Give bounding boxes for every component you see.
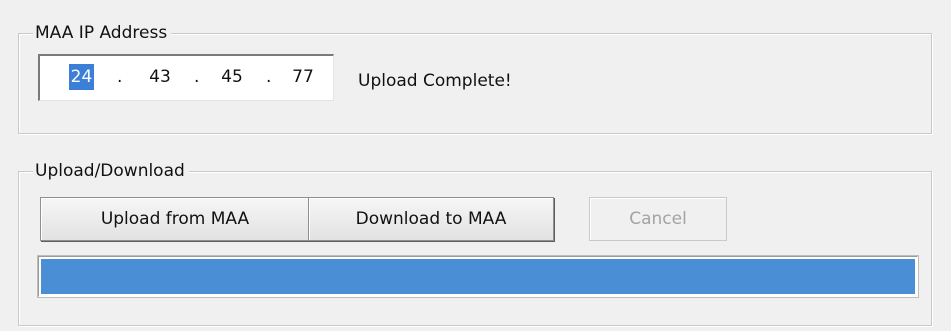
ip-octet-3[interactable]: 45 — [217, 64, 247, 90]
ip-separator-1: . — [117, 67, 123, 87]
upload-download-group: Upload/Download Upload from MAA Download… — [18, 159, 932, 326]
ip-octet-4[interactable]: 77 — [288, 64, 318, 90]
ip-address-field[interactable]: 24 . 43 . 45 . 77 — [38, 54, 334, 101]
ip-octet-1[interactable]: 24 — [69, 64, 94, 90]
upload-status-text: Upload Complete! — [358, 71, 512, 91]
ip-address-group: MAA IP Address 24 . 43 . 45 . 77 Upload … — [18, 21, 932, 134]
upload-download-group-title: Upload/Download — [33, 159, 189, 183]
transfer-progress-bar — [38, 256, 918, 297]
ip-group-title: MAA IP Address — [33, 21, 172, 45]
ip-separator-2: . — [194, 67, 200, 87]
ip-separator-3: . — [266, 67, 272, 87]
ip-octet-2[interactable]: 43 — [145, 64, 175, 90]
download-to-maa-button[interactable]: Download to MAA — [308, 197, 554, 241]
transfer-progress-fill — [41, 259, 915, 294]
upload-from-maa-button[interactable]: Upload from MAA — [40, 197, 310, 241]
cancel-button: Cancel — [589, 197, 727, 241]
